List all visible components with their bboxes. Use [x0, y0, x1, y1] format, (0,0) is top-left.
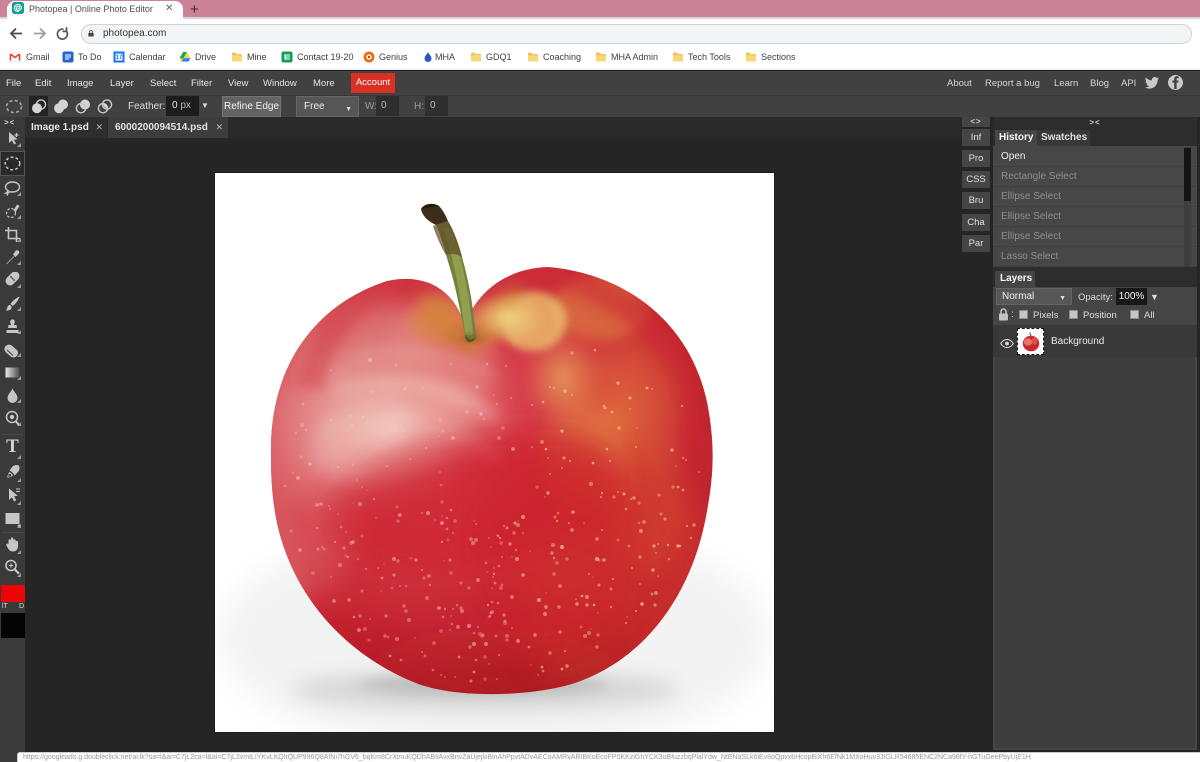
svg-text:17: 17 [116, 55, 123, 61]
